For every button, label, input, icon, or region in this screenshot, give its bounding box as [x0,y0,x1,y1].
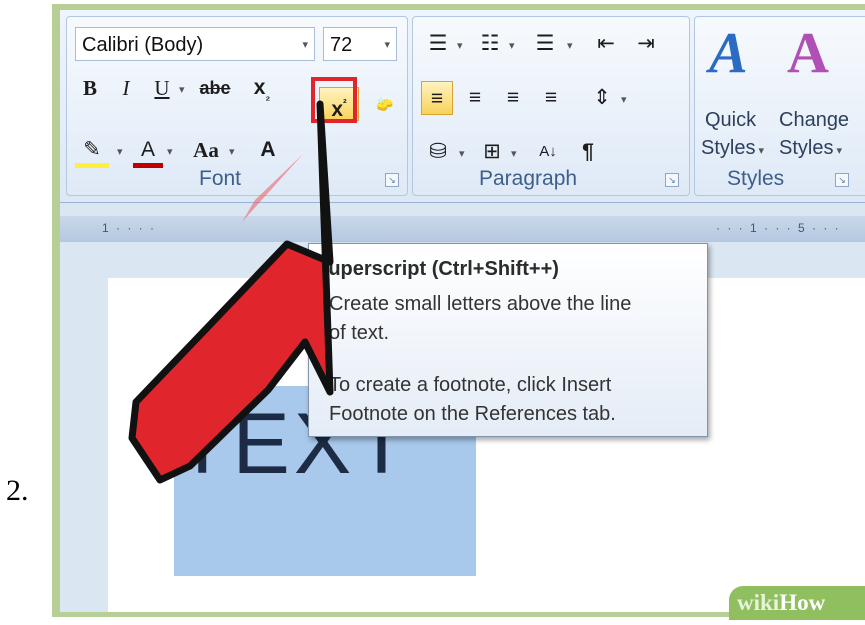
watermark-part-1: wiki [737,590,780,615]
pointer-arrow-icon [128,100,334,484]
wikihow-watermark: wikiHow [729,586,865,620]
watermark-part-2: How [779,590,826,615]
